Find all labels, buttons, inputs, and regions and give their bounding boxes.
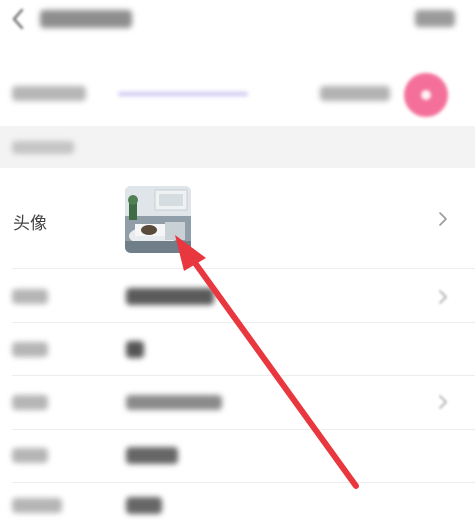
avatar-chevron-right-icon [439, 212, 447, 226]
nickname-value [126, 288, 214, 305]
gender-row[interactable] [0, 323, 475, 375]
birthday-chevron-right-icon [439, 395, 447, 409]
nickname-chevron-right-icon [439, 290, 447, 304]
homepage-row[interactable] [0, 62, 475, 124]
birthday-row[interactable] [0, 376, 475, 429]
nickname-row[interactable] [0, 269, 475, 322]
homepage-status-text [320, 86, 390, 101]
gender-label [12, 342, 48, 357]
constellation-row[interactable] [0, 430, 475, 482]
avatar-label: 头像 [13, 214, 47, 234]
section-header [0, 126, 475, 168]
relationship-value [126, 497, 162, 514]
relationship-row[interactable] [0, 483, 475, 525]
pink-circle-badge-icon[interactable] [404, 73, 448, 117]
constellation-label [12, 448, 48, 463]
avatar-row[interactable] [0, 168, 475, 268]
navigation-bar [0, 0, 475, 46]
profile-edit-screen: 头像 [0, 0, 475, 525]
homepage-progress-bar [118, 92, 248, 96]
constellation-value [126, 447, 178, 464]
gender-value [126, 341, 144, 358]
birthday-label [12, 395, 48, 410]
avatar-image[interactable] [125, 186, 191, 253]
birthday-value [126, 395, 222, 410]
page-title [40, 10, 132, 28]
relationship-label [12, 498, 62, 513]
section-header-label [12, 141, 74, 154]
homepage-label [12, 86, 86, 101]
save-button[interactable] [415, 10, 455, 27]
back-icon[interactable] [10, 7, 26, 31]
nickname-label [12, 289, 48, 304]
